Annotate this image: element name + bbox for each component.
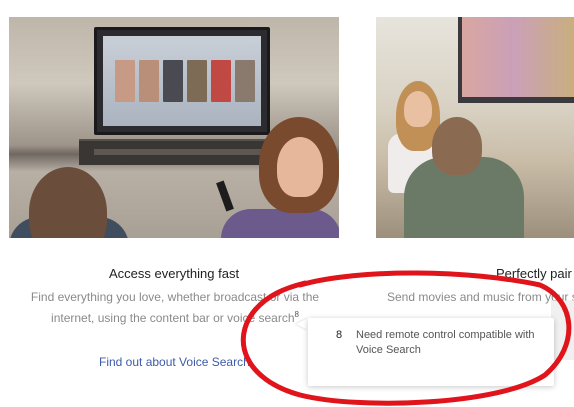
feature-description-line: internet, using the content bar or voice… <box>28 306 322 327</box>
person-shirt <box>221 209 339 238</box>
tooltip-text: Need remote control compatible with Voic… <box>356 329 535 356</box>
footnote-tooltip: 8 Need remote control compatible with Vo… <box>308 318 554 386</box>
feature-image-pairing <box>376 17 574 238</box>
person-face <box>404 91 432 127</box>
tooltip-arrow <box>296 318 308 330</box>
fireplace-glow <box>94 149 264 155</box>
feature-description: Find everything you love, whether broadc… <box>28 289 322 327</box>
content-tile <box>235 60 255 102</box>
feature-image-access <box>9 17 339 238</box>
feature-title: Perfectly pair <box>496 266 572 281</box>
tooltip-number: 8 <box>336 329 343 341</box>
content-tile <box>115 60 135 102</box>
obscured-link-area <box>551 300 574 360</box>
tv-screen <box>103 36 261 126</box>
feature-description-line: Find everything you love, whether broadc… <box>30 290 320 304</box>
person-face <box>277 137 323 197</box>
feature-description-text: internet, using the content bar or voice… <box>51 311 295 325</box>
person-head <box>432 117 482 175</box>
remote-control <box>216 180 234 212</box>
content-tile <box>139 60 159 102</box>
feature-title: Access everything fast <box>109 266 240 281</box>
content-tile <box>163 60 183 102</box>
fireplace <box>79 139 279 165</box>
tv-illustration <box>458 17 574 103</box>
content-tile <box>211 60 231 102</box>
content-tile <box>187 60 207 102</box>
person-head <box>29 167 107 238</box>
feature-description-line: Send movies and music from your s <box>387 290 574 304</box>
voice-search-link[interactable]: Find out about Voice Search <box>99 355 250 369</box>
tv-illustration <box>94 27 270 135</box>
tv-screen <box>462 17 574 97</box>
